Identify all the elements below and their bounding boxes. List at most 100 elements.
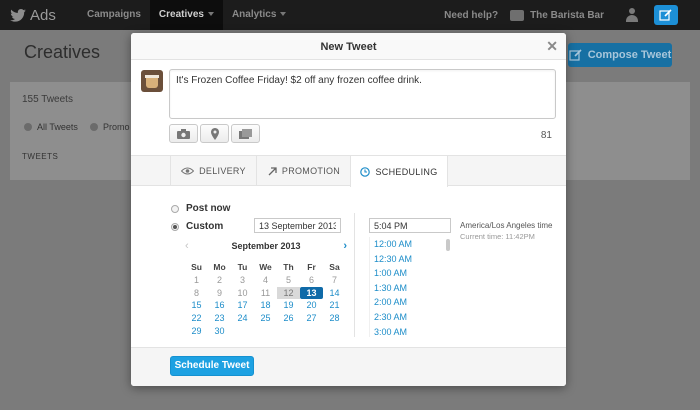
calendar-empty-cell [300,325,323,338]
calendar-day[interactable]: 26 [277,312,300,325]
time-option[interactable]: 2:30 AM [370,310,451,325]
calendar-month: September 2013 [231,241,301,251]
time-option[interactable]: 2:00 AM [370,295,451,310]
calendar-day[interactable]: 20 [300,299,323,312]
new-tweet-dialog: New Tweet ✕ It's Frozen Coffee Friday! $… [131,33,566,386]
calendar-day: 10 [237,287,248,298]
time-option[interactable]: 1:30 AM [370,281,451,296]
calendar-day[interactable]: 23 [208,312,231,325]
filter-promoted[interactable]: Promo [90,122,130,132]
compose-tweet-top-button[interactable] [654,5,678,25]
tweets-column-header: TWEETS [22,152,59,161]
time-option[interactable]: 3:00 AM [370,325,451,337]
time-options-list[interactable]: 12:00 AM 12:30 AM 1:00 AM 1:30 AM 2:00 AM 2:3… [369,237,451,337]
time-field[interactable] [369,218,451,233]
nav-analytics[interactable]: Analytics [223,0,295,30]
calendar-day[interactable]: 22 [185,312,208,325]
briefcase-icon [510,9,525,21]
post-now-option[interactable]: Post now [171,203,230,214]
calendar-day: 7 [331,274,337,285]
calendar-day[interactable]: 14 [323,287,346,300]
tab-delivery[interactable]: DELIVERY [170,156,256,186]
character-count: 81 [540,130,552,141]
calendar-day[interactable]: 19 [277,299,300,312]
weekday-label: Su [191,262,202,272]
calendar-day[interactable]: 21 [323,299,346,312]
tweet-count: 155 Tweets [22,94,73,105]
calendar-day: 5 [285,274,291,285]
date-field[interactable] [254,218,341,233]
camera-icon [177,128,190,139]
calendar-header: ‹ September 2013 › [185,240,347,254]
account-menu[interactable]: The Barista Bar [510,9,604,21]
filter-all-tweets[interactable]: All Tweets [24,122,78,132]
compose-icon [569,49,582,61]
user-menu[interactable] [626,8,638,22]
calendar-day[interactable]: 13 [300,286,323,300]
time-option[interactable]: 12:00 AM [370,237,451,252]
tab-promotion[interactable]: PROMOTION [256,156,351,186]
media-toolbar [169,124,262,143]
add-photo-button[interactable] [169,124,198,143]
add-card-button[interactable] [231,124,260,143]
calendar-empty-cell [277,325,300,338]
time-option[interactable]: 12:30 AM [370,252,451,267]
calendar-day[interactable]: 24 [231,312,254,325]
current-time-label: Current time: 11:42PM [460,232,535,241]
help-link[interactable]: Need help? [444,10,498,21]
nav-campaigns[interactable]: Campaigns [78,0,150,30]
schedule-tweet-button[interactable]: Schedule Tweet [170,356,254,376]
dialog-header: New Tweet ✕ [131,33,566,60]
calendar-week-row: 29 30 [185,325,347,338]
add-location-button[interactable] [200,124,229,143]
top-navigation: Ads Campaigns Creatives Analytics Need h… [0,0,700,30]
calendar-day: 4 [262,274,268,285]
calendar-day[interactable]: 17 [231,299,254,312]
time-option[interactable]: 1:00 AM [370,266,451,281]
close-icon[interactable]: ✕ [546,38,558,55]
radio-selected-icon [171,222,179,231]
calendar-day[interactable]: 12 [277,286,300,300]
app-title: Ads [30,6,56,24]
calendar-day: 1 [193,274,199,285]
caret-down-icon [207,12,214,17]
divider [354,213,355,337]
timezone-label: America/Los Angeles time [460,221,553,230]
radio-icon [24,123,32,131]
compose-tweet-button[interactable]: Compose Tweet [568,43,672,67]
nav-creatives[interactable]: Creatives [149,0,223,30]
calendar-day[interactable]: 25 [254,312,277,325]
radio-icon [171,204,179,213]
arrow-up-right-icon [268,166,277,175]
scrollbar[interactable] [446,239,450,251]
dialog-footer: Schedule Tweet [131,347,566,386]
weekday-label: We [259,262,272,272]
weekday-label: Sa [329,262,340,272]
calendar-week-row: 8 9 10 11 12 13 14 [185,286,347,300]
location-pin-icon [210,127,219,140]
weekday-label: Fr [307,262,316,272]
calendar-day: 6 [308,274,314,285]
weekday-label: Th [283,262,294,272]
tab-scheduling[interactable]: SCHEDULING [350,156,448,187]
calendar-day[interactable]: 30 [208,325,231,338]
calendar-week-row: 22 23 24 25 26 27 28 [185,312,347,325]
calendar-day[interactable]: 27 [300,312,323,325]
twitter-bird-icon [10,8,26,22]
calendar-day: 9 [216,287,222,298]
calendar-day[interactable]: 28 [323,312,346,325]
tweet-text-input[interactable]: It's Frozen Coffee Friday! $2 off any fr… [169,69,556,119]
custom-schedule-option[interactable]: Custom [171,221,223,232]
calendar-day[interactable]: 16 [208,299,231,312]
account-name: The Barista Bar [530,9,604,21]
calendar-week-row: 1 2 3 4 5 6 7 [185,274,347,287]
app-logo[interactable]: Ads [10,6,56,24]
calendar-day[interactable]: 18 [254,299,277,312]
calendar-day[interactable]: 29 [185,325,208,338]
calendar-grid: Su Mo Tu We Th Fr Sa 1 2 3 4 5 6 7 8 9 10 11 12 13 14 15 16 17 1… [185,261,347,338]
calendar-day[interactable]: 15 [185,299,208,312]
calendar-empty-cell [254,325,277,338]
calendar-day: 11 [260,287,271,298]
next-month-icon[interactable]: › [343,240,347,252]
compose-icon [659,9,672,21]
